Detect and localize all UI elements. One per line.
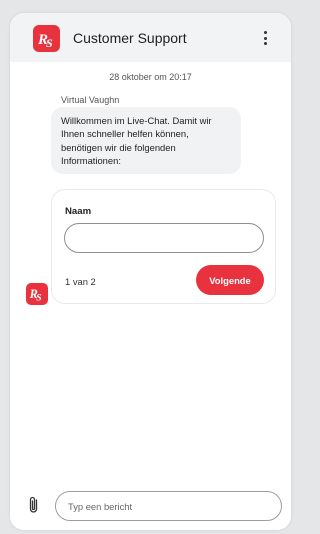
message-bubble: Willkommen im Live-Chat. Damit wir Ihnen…	[51, 107, 241, 175]
svg-text:S: S	[36, 293, 42, 303]
sender-name: Virtual Vaughn	[61, 95, 120, 105]
message-input[interactable]	[55, 491, 282, 521]
chat-title: Customer Support	[73, 30, 187, 46]
message-composer	[10, 483, 291, 530]
next-button[interactable]: Volgende	[196, 265, 264, 295]
svg-text:S: S	[46, 36, 53, 50]
chat-window: R S Customer Support 28 oktober om 20:17…	[10, 13, 291, 530]
name-field-label: Naam	[65, 206, 92, 217]
name-input[interactable]	[64, 223, 264, 253]
more-vertical-icon[interactable]	[258, 29, 272, 47]
rs-logo-icon: R S	[33, 25, 60, 52]
agent-avatar-icon: R S	[26, 283, 48, 305]
paperclip-icon[interactable]	[27, 495, 41, 515]
step-indicator: 1 van 2	[65, 276, 96, 287]
info-form-card: Naam 1 van 2 Volgende	[51, 189, 276, 304]
message-timestamp: 28 oktober om 20:17	[109, 72, 192, 82]
chat-header: R S Customer Support	[10, 13, 291, 62]
